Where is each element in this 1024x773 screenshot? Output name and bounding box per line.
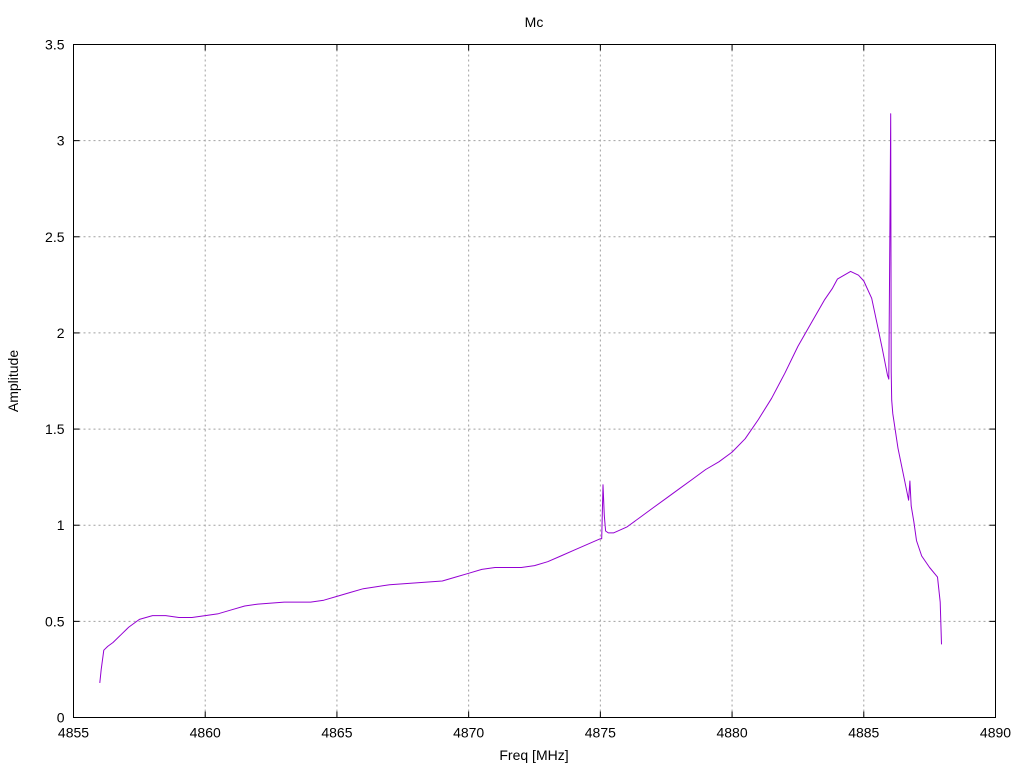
x-tick-label: 4885 [848,725,879,741]
x-tick-label: 4855 [58,725,89,741]
y-tick-label: 0 [57,710,65,726]
x-tick-label: 4860 [190,725,221,741]
y-tick-label: 3.5 [45,37,65,53]
y-tick-label: 3 [57,133,65,149]
x-tick-label: 4880 [716,725,747,741]
x-tick-label: 4890 [980,725,1011,741]
x-axis-label: Freq [MHz] [499,747,568,763]
plot-frame [73,44,996,718]
y-tick-label: 1 [57,517,65,533]
chart-container: 4855 4860 4865 4870 4875 4880 4885 4890 0 0.5 1 1.5… [0,0,1024,768]
y-tick-label: 2.5 [45,229,65,245]
series-line [99,113,942,683]
grid [73,44,996,718]
y-tick-label: 1.5 [45,421,65,437]
y-tick-label: 0.5 [45,613,65,629]
line-chart: 4855 4860 4865 4870 4875 4880 4885 4890 0 0.5 1 1.5… [5,14,1011,763]
series-layer [99,113,942,683]
chart-title: Mc [525,14,544,30]
y-axis-label: Amplitude [5,350,21,412]
x-tick-label: 4870 [453,725,484,741]
ticks: 4855 4860 4865 4870 4875 4880 4885 4890 0 0.5 1 1.5… [45,37,1011,741]
x-tick-label: 4865 [321,725,352,741]
x-tick-label: 4875 [585,725,616,741]
y-tick-label: 2 [57,325,65,341]
